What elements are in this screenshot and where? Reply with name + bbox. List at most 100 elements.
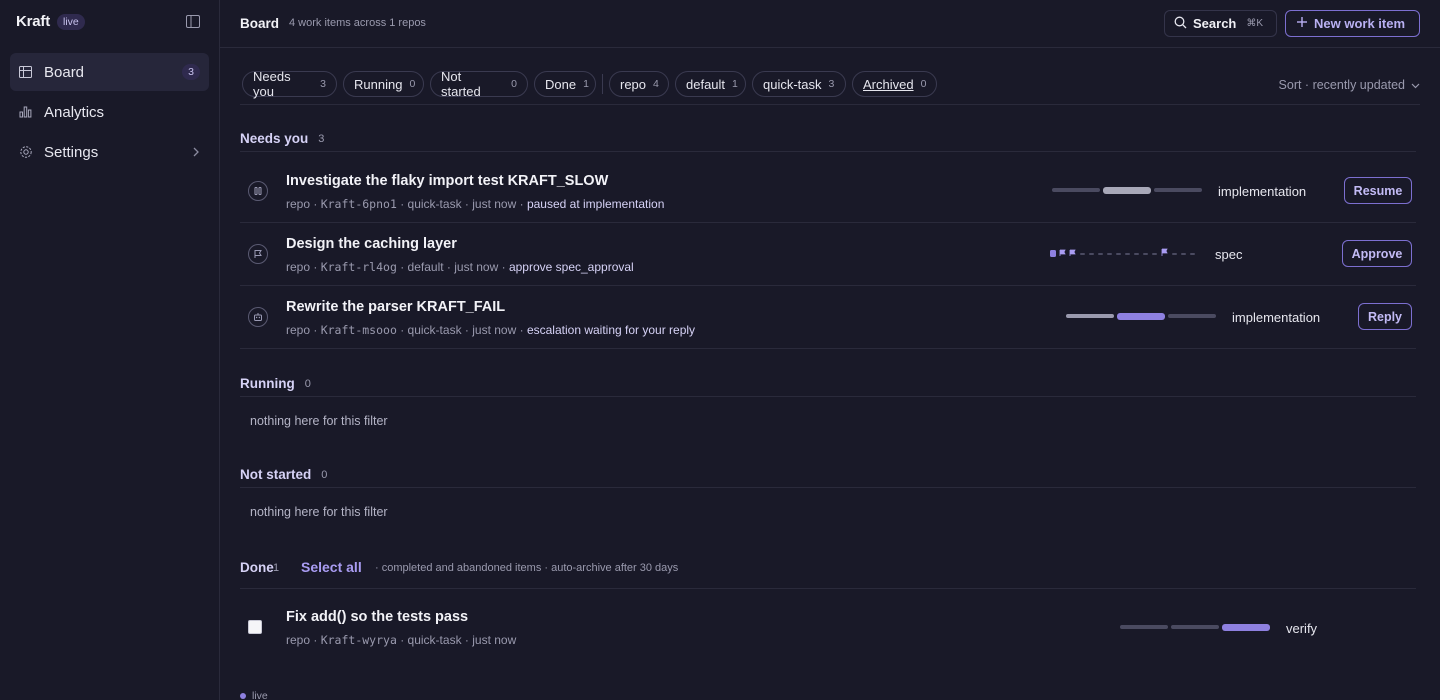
chip-count: 1: [583, 78, 589, 90]
resume-button[interactable]: Resume: [1344, 177, 1412, 204]
page-subtitle: 4 work items across 1 repos: [289, 17, 426, 29]
footer-status: live: [240, 690, 268, 700]
work-item-title[interactable]: Fix add() so the tests pass: [286, 609, 468, 625]
meta-repo: repo: [286, 633, 311, 647]
stage-bar: [1168, 314, 1216, 318]
reply-button[interactable]: Reply: [1358, 303, 1412, 330]
filter-chip-archived[interactable]: Archived 0: [852, 71, 937, 97]
new-work-item-button[interactable]: New work item: [1285, 10, 1420, 37]
sidebar: Kraft live Board 3 Analytics Settings: [0, 0, 220, 700]
meta-status: escalation waiting for your reply: [526, 323, 696, 337]
meta-repo: repo: [286, 260, 311, 274]
chip-count: 3: [828, 78, 835, 90]
sidebar-toggle-icon[interactable]: [186, 15, 200, 28]
pause-icon: [248, 181, 268, 201]
work-item-row[interactable]: Rewrite the parser KRAFT_FAIL repo · Kra…: [240, 286, 1416, 349]
meta-type: quick-task: [407, 633, 462, 647]
section-title: Done: [240, 560, 274, 575]
board-icon: [19, 65, 33, 79]
meta-time: just now: [472, 323, 517, 337]
sort-label: Sort · recently updated: [1278, 77, 1405, 92]
sort-dropdown[interactable]: Sort · recently updated: [1279, 77, 1420, 92]
section-count: 0: [304, 377, 311, 390]
meta-time: just now: [472, 633, 517, 647]
search-button[interactable]: Search ⌘K: [1164, 10, 1277, 37]
chip-count: 0: [920, 78, 927, 90]
sidebar-nav: Board 3 Analytics Settings: [10, 53, 209, 173]
select-all-link[interactable]: Select all: [301, 559, 362, 575]
meta-repo: repo: [286, 323, 311, 337]
stage-progress-icon: [1050, 248, 1195, 257]
chip-count: 0: [409, 78, 416, 90]
meta-id: Kraft-6pno1: [320, 197, 397, 211]
filter-bar: Needs you 3 Running 0 Not started 0 Done…: [240, 69, 1420, 105]
meta-type: quick-task: [407, 323, 462, 337]
chip-label: repo: [620, 76, 647, 92]
stage-label: implementation: [1232, 310, 1321, 325]
live-badge: live: [57, 13, 85, 30]
chevron-down-icon: [1411, 77, 1420, 92]
work-item-row[interactable]: Design the caching layer repo · Kraft-rl…: [240, 223, 1416, 286]
filter-chip-repo[interactable]: repo 4: [609, 71, 669, 97]
work-item-title[interactable]: Investigate the flaky import test KRAFT_…: [286, 173, 608, 189]
section-count: 3: [318, 132, 325, 145]
filter-chip-not-started[interactable]: Not started 0: [430, 69, 528, 99]
sidebar-item-label: Board: [44, 63, 85, 81]
bar-chart-icon: [19, 105, 33, 119]
meta-time: just now: [472, 197, 517, 211]
work-item-title[interactable]: Rewrite the parser KRAFT_FAIL: [286, 299, 505, 315]
work-item-row[interactable]: Fix add() so the tests pass repo · Kraft…: [240, 597, 1416, 660]
new-work-item-label: New work item: [1314, 16, 1406, 31]
approve-button[interactable]: Approve: [1342, 240, 1412, 267]
chip-label: Done: [545, 76, 577, 92]
stage-label: verify: [1286, 621, 1318, 636]
meta-status: paused at implementation: [526, 197, 665, 211]
stage-label: implementation: [1218, 184, 1307, 199]
section-running: Running 0: [240, 371, 1416, 397]
live-dot-icon: [240, 693, 246, 699]
stage-bar: [1120, 625, 1168, 629]
work-item-title[interactable]: Design the caching layer: [286, 236, 457, 252]
app-name: Kraft: [16, 13, 51, 30]
board-count-badge: 3: [182, 64, 200, 80]
section-count: 0: [321, 468, 328, 481]
meta-status: approve spec_approval: [508, 260, 634, 274]
section-title: Needs you: [240, 131, 309, 146]
work-item-meta: repo · Kraft-rl4og · default · just now …: [286, 260, 634, 274]
gear-icon: [19, 145, 33, 159]
filter-chip-default[interactable]: default 1: [675, 71, 746, 97]
meta-type: default: [407, 260, 444, 274]
sidebar-item-analytics[interactable]: Analytics: [10, 93, 209, 131]
chevron-right-icon: [192, 145, 200, 160]
filter-divider: [602, 74, 603, 94]
stage-bar: [1066, 314, 1114, 318]
filter-chip-needs-you[interactable]: Needs you 3: [242, 69, 337, 99]
work-item-row[interactable]: Investigate the flaky import test KRAFT_…: [240, 160, 1416, 223]
meta-time: just now: [454, 260, 499, 274]
select-checkbox[interactable]: [248, 620, 262, 634]
section-needs-you: Needs you 3: [240, 126, 1416, 152]
meta-repo: repo: [286, 197, 311, 211]
footer-status-label: live: [252, 690, 268, 700]
work-item-meta: repo · Kraft-6pno1 · quick-task · just n…: [286, 197, 665, 211]
chip-label: quick-task: [763, 76, 822, 92]
sidebar-item-label: Settings: [44, 143, 99, 161]
chip-count: 3: [320, 78, 326, 90]
stage-bar: [1052, 188, 1100, 192]
brand: Kraft live: [16, 13, 85, 30]
filter-chip-quick-task[interactable]: quick-task 3: [752, 71, 846, 97]
chip-count: 1: [732, 78, 738, 90]
empty-state: nothing here for this filter: [250, 505, 388, 519]
page-title: Board: [240, 16, 280, 31]
sidebar-item-label: Analytics: [44, 103, 105, 121]
robot-icon: [248, 307, 268, 327]
flag-icon: [248, 244, 268, 264]
search-shortcut: ⌘K: [1246, 18, 1264, 29]
meta-type: quick-task: [407, 197, 462, 211]
stage-bar-current: [1117, 313, 1165, 320]
filter-chip-done[interactable]: Done 1: [534, 71, 596, 97]
meta-id: Kraft-wyrya: [320, 633, 397, 647]
sidebar-item-settings[interactable]: Settings: [10, 133, 209, 171]
filter-chip-running[interactable]: Running 0: [343, 71, 424, 97]
sidebar-item-board[interactable]: Board 3: [10, 53, 209, 91]
